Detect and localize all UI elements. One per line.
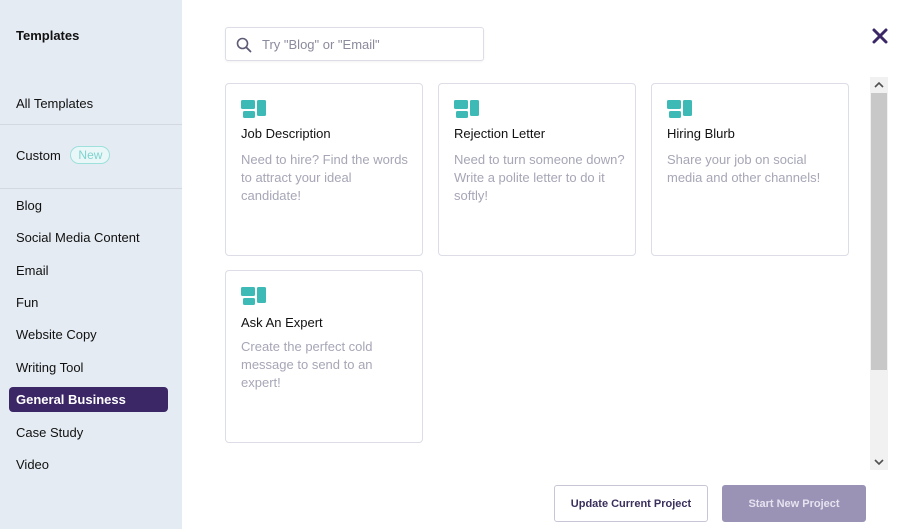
template-description: Need to hire? Find the words to attract … [241, 152, 408, 203]
sidebar-item-social-media-content[interactable]: Social Media Content [9, 225, 168, 250]
new-badge: New [70, 146, 111, 164]
update-current-project-button[interactable]: Update Current Project [554, 485, 708, 522]
sidebar-item-video[interactable]: Video [9, 452, 168, 477]
sidebar-item-label: Case Study [16, 425, 84, 440]
template-description: Need to turn someone down? Write a polit… [454, 152, 625, 203]
template-layout-icon [241, 100, 266, 118]
sidebar-item-label: Blog [16, 198, 43, 213]
template-title: Ask An Expert [241, 315, 323, 330]
template-layout-icon [667, 100, 692, 118]
search-input[interactable] [262, 28, 477, 60]
sidebar-item-custom[interactable]: Custom New [9, 143, 168, 168]
sidebar-divider [0, 124, 182, 125]
sidebar-item-website-copy[interactable]: Website Copy [9, 322, 168, 347]
sidebar-item-writing-tool[interactable]: Writing Tool [9, 355, 168, 380]
template-title: Hiring Blurb [667, 126, 735, 141]
scroll-up-arrow-icon[interactable] [870, 77, 888, 93]
search-icon [236, 37, 252, 53]
scrollbar[interactable] [870, 77, 888, 470]
sidebar-item-label: Email [16, 263, 49, 278]
template-layout-icon [454, 100, 479, 118]
template-card-ask-an-expert[interactable]: Ask An Expert Create the perfect cold me… [225, 270, 423, 443]
sidebar-item-label: Video [16, 457, 50, 472]
sidebar-item-all-templates[interactable]: All Templates [9, 91, 168, 116]
sidebar-item-label: Website Copy [16, 327, 97, 342]
sidebar-item-general-business[interactable]: General Business [9, 387, 168, 412]
template-title: Job Description [241, 126, 331, 141]
template-description: Share your job on social media and other… [667, 152, 821, 185]
sidebar-item-case-study[interactable]: Case Study [9, 420, 168, 445]
search-box [225, 27, 484, 61]
scrollbar-thumb[interactable] [871, 93, 887, 370]
sidebar-item-label: General Business [16, 392, 126, 407]
sidebar-item-label: Custom [16, 148, 61, 163]
template-description: Create the perfect cold message to send … [241, 339, 373, 390]
sidebar-item-label: Writing Tool [16, 360, 84, 375]
template-title: Rejection Letter [454, 126, 546, 141]
template-card-rejection-letter[interactable]: Rejection Letter Need to turn someone do… [438, 83, 636, 256]
sidebar-divider [0, 188, 182, 189]
sidebar-item-email[interactable]: Email [9, 258, 168, 283]
sidebar: Templates All Templates Custom New Blog … [0, 0, 182, 529]
scroll-down-arrow-icon[interactable] [870, 454, 888, 470]
template-card-hiring-blurb[interactable]: Hiring Blurb Share your job on social me… [651, 83, 849, 256]
template-card-job-description[interactable]: Job Description Need to hire? Find the w… [225, 83, 423, 256]
sidebar-item-fun[interactable]: Fun [9, 290, 168, 315]
sidebar-item-blog[interactable]: Blog [9, 193, 168, 218]
sidebar-item-label: All Templates [16, 96, 94, 111]
sidebar-item-label: Social Media Content [16, 230, 140, 245]
template-layout-icon [241, 287, 266, 305]
sidebar-title: Templates [16, 28, 80, 43]
sidebar-item-label: Fun [16, 295, 39, 310]
template-picker-modal: Templates All Templates Custom New Blog … [0, 0, 909, 529]
start-new-project-button[interactable]: Start New Project [722, 485, 866, 522]
close-icon[interactable] [870, 26, 890, 46]
